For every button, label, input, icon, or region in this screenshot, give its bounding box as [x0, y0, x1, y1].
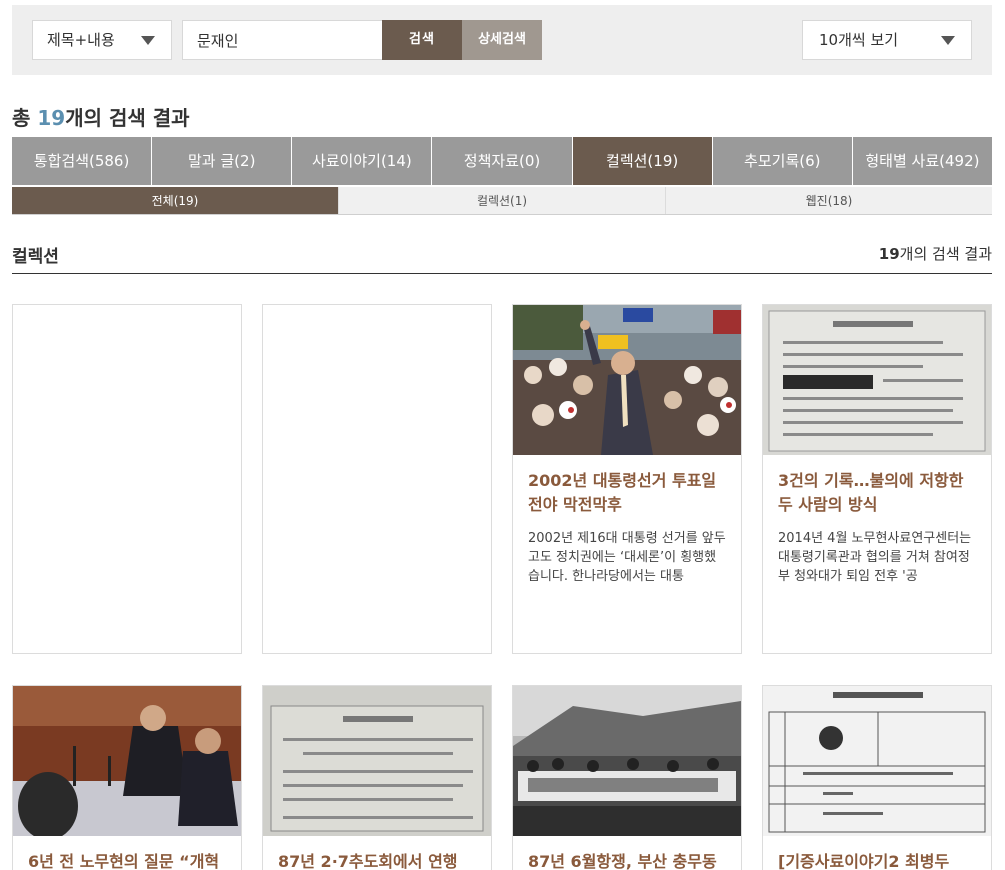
card-title[interactable]: 3건의 기록…불의에 저항한 두 사람의 방식	[763, 455, 991, 517]
result-card[interactable]: 2002년 대통령선거 투표일 전야 막전막후 2002년 제16대 대통령 선…	[512, 304, 742, 654]
detail-search-button[interactable]: 상세검색	[462, 20, 542, 60]
section-title: 컬렉션	[12, 247, 59, 267]
sub-tabs: 전체(19) 컬렉션(1) 웹진(18)	[12, 187, 992, 215]
result-card[interactable]: 3건의 기록…불의에 저항한 두 사람의 방식 2014년 4월 노무현사료연구…	[762, 304, 992, 654]
section-result-count: 19개의 검색 결과	[879, 243, 992, 264]
campaign-crowd-photo[interactable]	[513, 305, 741, 455]
tab-materials-by-type[interactable]: 형태별 사료(492)	[852, 137, 992, 185]
result-card[interactable]	[262, 304, 492, 654]
summary-prefix: 총	[12, 106, 31, 130]
tab-speeches-writings[interactable]: 말과 글(2)	[152, 137, 293, 185]
card-title[interactable]: 87년 6월항쟁, 부산 충무동	[513, 836, 741, 870]
seal-report-document-photo[interactable]	[763, 686, 991, 836]
per-page-select-label: 10개씩 보기	[819, 31, 899, 49]
result-card[interactable]: 87년 6월항쟁, 부산 충무동	[512, 685, 742, 870]
subtab-webzine[interactable]: 웹진(18)	[666, 187, 992, 214]
result-card[interactable]: [기증사료이야기2 최병두	[762, 685, 992, 870]
card-title[interactable]: 87년 2·7추도회에서 연행	[263, 836, 491, 870]
card-title[interactable]: 2002년 대통령선거 투표일 전야 막전막후	[513, 455, 741, 517]
section-count-number: 19	[878, 245, 900, 263]
tab-policy-materials[interactable]: 정책자료(0)	[432, 137, 573, 185]
document-scan-photo[interactable]	[263, 686, 491, 836]
summary-suffix: 개의 검색 결과	[65, 106, 190, 130]
section-divider	[12, 273, 992, 274]
document-scan-photo[interactable]	[763, 305, 991, 455]
subtab-collection[interactable]: 컬렉션(1)	[339, 187, 666, 214]
category-tabs: 통합검색(586) 말과 글(2) 사료이야기(14) 정책자료(0) 컬렉션(…	[12, 137, 992, 185]
card-description: 2014년 4월 노무현사료연구센터는 대통령기록관과 협의를 거쳐 참여정부 …	[778, 531, 972, 584]
per-page-select[interactable]: 10개씩 보기	[802, 20, 972, 60]
search-input[interactable]	[182, 20, 382, 60]
result-card[interactable]	[12, 304, 242, 654]
card-title[interactable]: [기증사료이야기2 최병두	[763, 836, 991, 870]
protest-march-photo[interactable]	[513, 686, 741, 836]
search-field-select-label: 제목+내용	[47, 31, 115, 49]
search-field-select[interactable]: 제목+내용	[32, 20, 172, 60]
tab-memorial-records[interactable]: 추모기록(6)	[712, 137, 853, 185]
search-area: 제목+내용 검색 상세검색 10개씩 보기	[12, 5, 992, 75]
result-card[interactable]: 6년 전 노무현의 질문 “개혁	[12, 685, 242, 870]
tab-integrated-search[interactable]: 통합검색(586)	[12, 137, 153, 185]
tab-collection[interactable]: 컬렉션(19)	[572, 137, 713, 185]
summary-count: 19	[37, 106, 66, 130]
card-title[interactable]: 6년 전 노무현의 질문 “개혁	[13, 836, 241, 870]
chevron-down-icon	[941, 36, 955, 45]
result-card[interactable]: 87년 2·7추도회에서 연행	[262, 685, 492, 870]
chevron-down-icon	[141, 36, 155, 45]
search-button[interactable]: 검색	[382, 20, 462, 60]
meeting-photo[interactable]	[13, 686, 241, 836]
section-count-suffix: 개의 검색 결과	[899, 245, 992, 263]
tab-archive-stories[interactable]: 사료이야기(14)	[292, 137, 433, 185]
card-description: 2002년 제16대 대통령 선거를 앞두고도 정치권에는 ‘대세론’이 횡행했…	[528, 531, 726, 584]
result-summary: 총 19개의 검색 결과	[12, 102, 190, 131]
subtab-all[interactable]: 전체(19)	[12, 187, 339, 214]
